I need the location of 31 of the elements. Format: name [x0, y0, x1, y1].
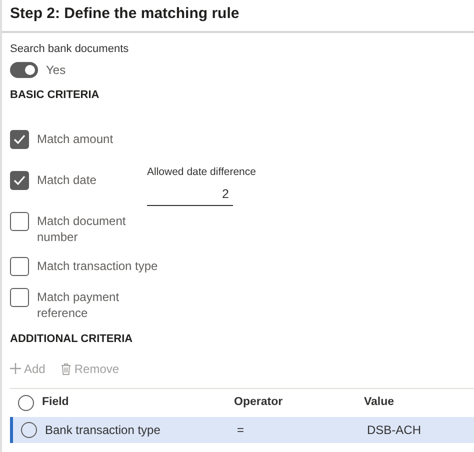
- checkbox-label: Match document number: [37, 213, 127, 246]
- check-icon: [13, 174, 26, 186]
- table-cell: Bank transaction type: [45, 422, 160, 437]
- select-all-radio[interactable]: [18, 394, 34, 411]
- table-cell: =: [237, 422, 244, 437]
- checkbox-label: Match amount: [37, 130, 114, 146]
- table-row[interactable]: Bank transaction type = DSB-ACH: [10, 416, 474, 443]
- section-heading: BASIC CRITERIA: [10, 88, 100, 103]
- checkbox-label: Match payment reference: [37, 289, 120, 322]
- column-header[interactable]: Field: [42, 396, 69, 408]
- checkbox[interactable]: [10, 257, 29, 276]
- number-field[interactable]: 2: [147, 182, 233, 206]
- checkbox[interactable]: [10, 288, 29, 308]
- toggle-value: Yes: [46, 62, 66, 79]
- column-header[interactable]: Operator: [234, 396, 283, 408]
- check-icon: [13, 134, 26, 144]
- checkbox-label: Match transaction type: [37, 258, 159, 274]
- page-title: Step 2: Define the matching rule: [10, 4, 240, 24]
- checkbox-label: Match date: [37, 172, 98, 188]
- field-label: Search bank documents: [10, 42, 130, 56]
- checkbox[interactable]: [10, 170, 29, 190]
- field-label: Allowed date difference: [147, 164, 256, 178]
- column-header[interactable]: Value: [364, 396, 394, 408]
- checkbox[interactable]: [10, 212, 29, 232]
- checkbox[interactable]: [10, 130, 29, 148]
- row-radio[interactable]: [21, 422, 37, 438]
- trash-icon: [61, 362, 72, 375]
- table-cell: DSB-ACH: [367, 422, 422, 437]
- toggle-switch[interactable]: [10, 62, 38, 78]
- plus-icon: [10, 363, 21, 374]
- section-heading: ADDITIONAL CRITERIA: [10, 332, 134, 348]
